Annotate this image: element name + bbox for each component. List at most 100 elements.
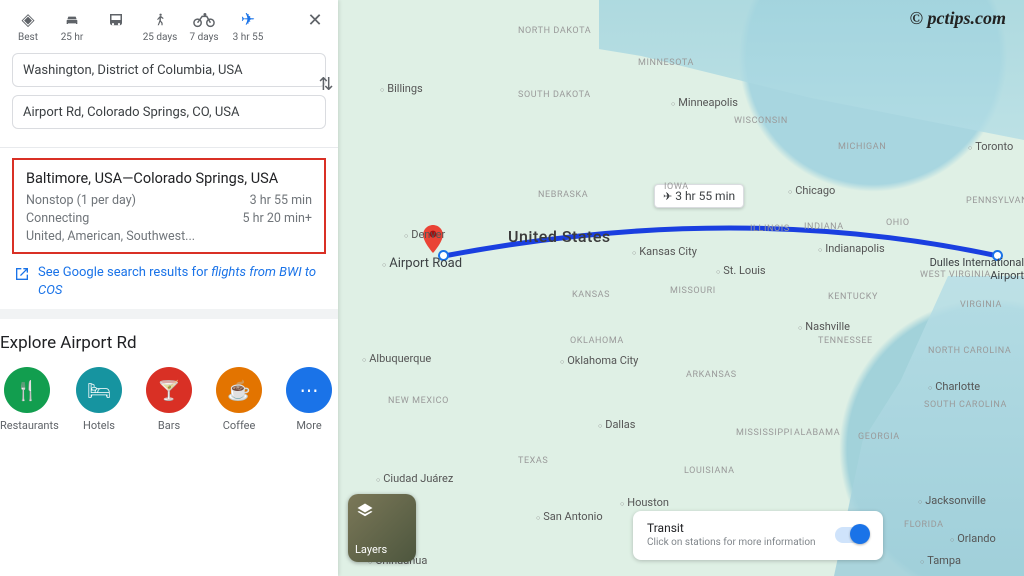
chip-label: Bars	[144, 419, 194, 432]
transit-subtitle: Click on stations for more information	[647, 537, 835, 548]
close-icon: ✕	[298, 10, 332, 30]
city-toronto: Toronto	[968, 140, 1013, 153]
swap-button[interactable]: ⇅	[310, 68, 342, 100]
destination-pin	[423, 225, 443, 253]
origin-input[interactable]: Washington, District of Columbia, USA	[12, 53, 326, 87]
city-dallas: Dallas	[598, 418, 635, 431]
more-icon: ⋯	[300, 379, 319, 402]
open-in-new-icon	[14, 266, 30, 282]
nonstop-time: 3 hr 55 min	[250, 193, 312, 208]
route-origin-endpoint	[438, 250, 449, 261]
transit-title: Transit	[647, 521, 835, 535]
chip-more[interactable]: ⋯ More	[284, 367, 334, 432]
state-nd: NORTH DAKOTA	[518, 26, 591, 36]
city-kc: Kansas City	[632, 245, 697, 258]
chip-label: Hotels	[74, 419, 124, 432]
route-destination-endpoint	[992, 250, 1003, 261]
chip-label: Coffee	[214, 419, 264, 432]
city-stl: St. Louis	[716, 264, 766, 277]
mode-fly[interactable]: ✈ 3 hr 55	[226, 8, 270, 45]
nonstop-label: Nonstop (1 per day)	[26, 193, 136, 208]
explore-chips: 🍴 Restaurants 🛏 Hotels 🍸 Bars ☕ Coffee ⋯	[0, 359, 338, 432]
state-oh: OHIO	[886, 218, 910, 228]
city-billings: Billings	[380, 82, 423, 95]
route-duration-bubble: ✈3 hr 55 min	[654, 184, 744, 208]
google-flights-link[interactable]: See Google search results for flights fr…	[0, 262, 338, 309]
state-ky: KENTUCKY	[828, 292, 878, 302]
state-ia: IOWA	[664, 182, 689, 192]
fork-knife-icon: 🍴	[15, 379, 39, 402]
city-minneapolis: Minneapolis	[671, 96, 738, 109]
chip-coffee[interactable]: ☕ Coffee	[214, 367, 264, 432]
mode-transit[interactable]	[94, 8, 138, 34]
explore-heading: Explore Airport Rd	[0, 319, 338, 359]
chip-hotels[interactable]: 🛏 Hotels	[74, 367, 124, 432]
divider	[0, 147, 338, 148]
directions-panel: ◈ Best 25 hr 25 days	[0, 0, 338, 576]
bed-icon: 🛏	[87, 379, 111, 402]
chip-label: More	[284, 419, 334, 432]
section-separator	[0, 309, 338, 319]
state-ks: KANSAS	[572, 290, 610, 300]
layers-label: Layers	[355, 543, 387, 556]
state-la: LOUISIANA	[684, 466, 735, 476]
mode-best[interactable]: ◈ Best	[6, 8, 50, 45]
close-directions[interactable]: ✕	[298, 8, 332, 32]
origin-label: Airport Road	[382, 256, 462, 271]
coffee-icon: ☕	[227, 379, 251, 402]
transit-toggle[interactable]	[835, 527, 869, 543]
state-in: INDIANA	[804, 222, 844, 232]
great-lakes	[599, 0, 1024, 140]
city-indy: Indianapolis	[818, 242, 885, 255]
transit-card: Transit Click on stations for more infor…	[633, 511, 883, 560]
city-juarez: Ciudad Juárez	[376, 472, 453, 485]
state-nm: NEW MEXICO	[388, 396, 449, 406]
city-sanant: San Antonio	[536, 510, 603, 523]
city-nash: Nashville	[798, 320, 850, 333]
car-icon	[50, 10, 94, 30]
city-hou: Houston	[620, 496, 669, 509]
state-al: ALABAMA	[794, 428, 840, 438]
country-label: United States	[508, 227, 611, 246]
plane-icon: ✈	[663, 190, 672, 203]
transit-icon	[94, 10, 138, 30]
city-abq: Albuquerque	[362, 352, 431, 365]
flight-summary-highlight[interactable]: Baltimore, USA—Colorado Springs, USA Non…	[12, 158, 326, 254]
destination-input[interactable]: Airport Rd, Colorado Springs, CO, USA	[12, 95, 326, 129]
city-chicago: Chicago	[788, 184, 835, 197]
plane-icon: ✈	[226, 10, 270, 30]
airlines-list: United, American, Southwest...	[26, 229, 312, 244]
state-sd: SOUTH DAKOTA	[518, 90, 591, 100]
state-ar: ARKANSAS	[686, 370, 737, 380]
best-icon: ◈	[6, 10, 50, 30]
state-wi: WISCONSIN	[734, 116, 788, 126]
city-denver: Denver	[404, 228, 445, 241]
chip-restaurants[interactable]: 🍴 Restaurants	[0, 367, 54, 432]
mode-drive[interactable]: 25 hr	[50, 8, 94, 45]
map-canvas[interactable]: ✈3 hr 55 min United States Airport Road …	[338, 0, 1024, 576]
mode-bike[interactable]: 7 days	[182, 8, 226, 45]
connecting-label: Connecting	[26, 211, 89, 226]
state-mo: MISSOURI	[670, 286, 716, 296]
walk-icon	[138, 10, 182, 30]
state-ms: MISSISSIPPI	[736, 428, 793, 438]
flight-route-title: Baltimore, USA—Colorado Springs, USA	[26, 170, 312, 187]
state-il: ILLINOIS	[750, 224, 790, 234]
bike-icon	[182, 10, 226, 30]
layers-icon	[356, 502, 374, 520]
state-mi: MICHIGAN	[838, 142, 886, 152]
mode-walk[interactable]: 25 days	[138, 8, 182, 45]
state-pa: PENNSYLVANIA	[966, 196, 1024, 206]
route-inputs: Washington, District of Columbia, USA Ai…	[0, 51, 338, 141]
chip-bars[interactable]: 🍸 Bars	[144, 367, 194, 432]
city-okc: Oklahoma City	[560, 354, 638, 367]
chip-label: Restaurants	[0, 419, 54, 432]
flights-link-text: See Google search results for flights fr…	[38, 264, 324, 299]
connecting-time: 5 hr 20 min+	[243, 211, 313, 226]
state-ok: OKLAHOMA	[570, 336, 624, 346]
travel-mode-row: ◈ Best 25 hr 25 days	[0, 0, 338, 51]
state-tx: TEXAS	[518, 456, 548, 466]
cocktail-icon: 🍸	[157, 379, 181, 402]
layers-button[interactable]: Layers	[348, 494, 416, 562]
state-ne: NEBRASKA	[538, 190, 588, 200]
